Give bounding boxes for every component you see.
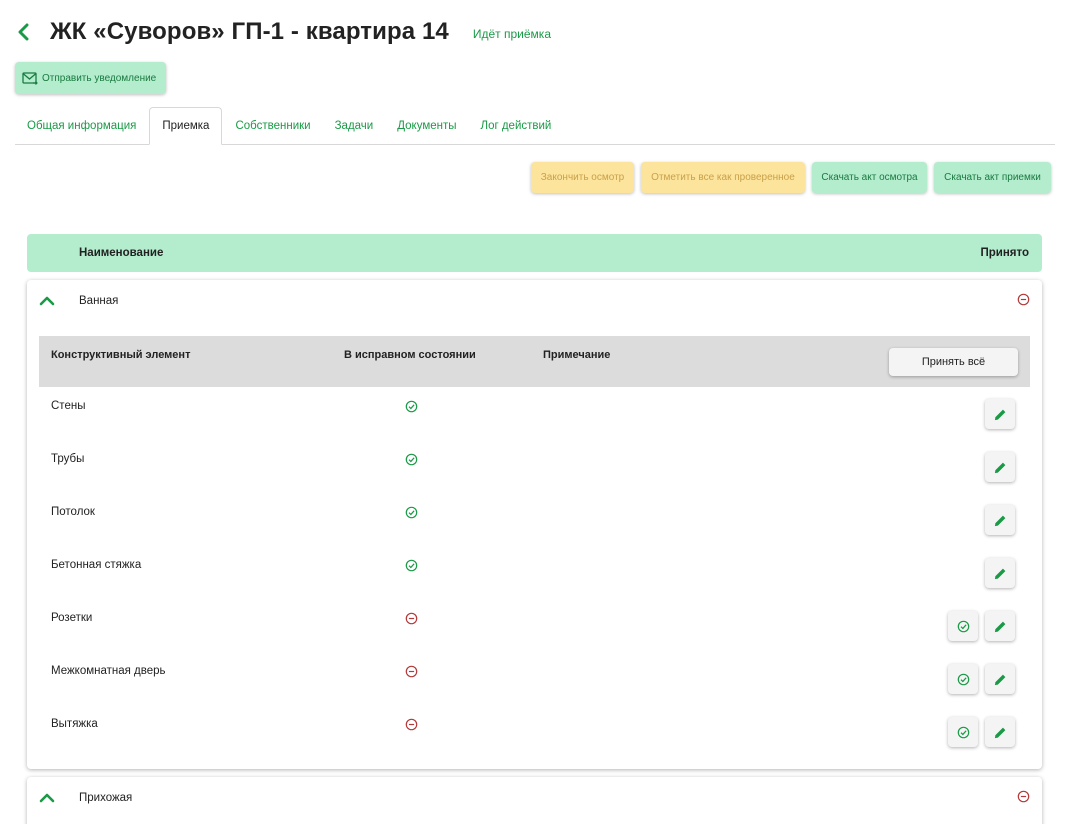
back-button[interactable]	[12, 17, 34, 47]
room-name: Прихожая	[79, 792, 133, 804]
room-name: Ванная	[79, 295, 119, 307]
accept-item-button[interactable]	[948, 611, 978, 641]
room-card-bathroom: Ванная Конструктивный элемент В исправно…	[27, 280, 1042, 769]
element-name: Потолок	[51, 506, 95, 518]
element-name: Бетонная стяжка	[51, 559, 142, 571]
tab-owners[interactable]: Собственники	[223, 107, 322, 144]
room-card-hallway: Прихожая	[27, 777, 1042, 824]
check-circle-icon	[957, 726, 969, 738]
elements-table-header: Конструктивный элемент В исправном состо…	[39, 336, 1030, 387]
list-header: Наименование Принято	[27, 234, 1042, 272]
edit-button[interactable]	[985, 717, 1015, 747]
accept-item-button[interactable]	[948, 664, 978, 694]
chevron-left-icon	[18, 23, 29, 41]
column-name-header: Наименование	[79, 247, 164, 259]
status-badge: Идёт приёмка	[472, 27, 551, 41]
table-row: Розетки	[39, 599, 1030, 652]
tab-tasks[interactable]: Задачи	[323, 107, 386, 144]
edit-button[interactable]	[985, 611, 1015, 641]
check-circle-icon	[957, 673, 969, 685]
minus-circle-icon	[405, 612, 418, 625]
minus-circle-icon	[1017, 293, 1030, 306]
minus-circle-icon	[405, 718, 418, 731]
finish-inspection-button[interactable]: Закончить осмотр	[531, 162, 634, 193]
pencil-icon	[994, 674, 1005, 685]
element-name: Межкомнатная дверь	[51, 665, 166, 677]
send-notification-button[interactable]: Отправить уведомление	[15, 62, 166, 94]
mark-all-checked-button[interactable]: Отметить все как проверенное	[641, 162, 805, 193]
minus-circle-icon	[1017, 790, 1030, 803]
check-circle-icon	[405, 453, 418, 466]
minus-circle-icon	[405, 665, 418, 678]
tab-general-info[interactable]: Общая информация	[15, 107, 148, 144]
table-row: Бетонная стяжка	[39, 546, 1030, 599]
edit-button[interactable]	[985, 505, 1015, 535]
pencil-icon	[994, 409, 1005, 420]
element-name: Вытяжка	[51, 718, 98, 730]
column-ok: В исправном состоянии	[344, 349, 476, 361]
accept-item-button[interactable]	[948, 717, 978, 747]
tab-action-log[interactable]: Лог действий	[469, 107, 564, 144]
check-circle-icon	[957, 620, 969, 632]
chevron-up-icon[interactable]	[39, 293, 55, 307]
accept-all-button[interactable]: Принять всё	[889, 348, 1018, 376]
edit-button[interactable]	[985, 664, 1015, 694]
tab-acceptance[interactable]: Приемка	[149, 107, 223, 145]
mail-icon	[22, 71, 38, 85]
column-accepted-header: Принято	[980, 247, 1029, 259]
chevron-up-icon[interactable]	[39, 790, 55, 804]
check-circle-icon	[405, 506, 418, 519]
table-row: Межкомнатная дверь	[39, 652, 1030, 705]
tab-bar: Общая информация Приемка Собственники За…	[15, 107, 1055, 145]
column-element: Конструктивный элемент	[51, 349, 191, 361]
pencil-icon	[994, 568, 1005, 579]
room-header[interactable]: Прихожая	[27, 777, 1042, 819]
send-notification-label: Отправить уведомление	[42, 72, 157, 84]
table-row: Трубы	[39, 440, 1030, 493]
page-header: ЖК «Суворов» ГП-1 - квартира 14 Идёт при…	[12, 14, 551, 50]
edit-button[interactable]	[985, 558, 1015, 588]
edit-button[interactable]	[985, 452, 1015, 482]
column-note: Примечание	[543, 349, 611, 361]
download-inspection-act-button[interactable]: Скачать акт осмотра	[812, 162, 927, 193]
edit-button[interactable]	[985, 399, 1015, 429]
table-row: Вытяжка	[39, 705, 1030, 758]
download-acceptance-act-button[interactable]: Скачать акт приемки	[934, 162, 1051, 193]
pencil-icon	[994, 621, 1005, 632]
table-row: Стены	[39, 387, 1030, 440]
check-circle-icon	[405, 400, 418, 413]
element-name: Стены	[51, 400, 86, 412]
table-row: Потолок	[39, 493, 1030, 546]
tab-documents[interactable]: Документы	[385, 107, 468, 144]
pencil-icon	[994, 515, 1005, 526]
element-name: Трубы	[51, 453, 85, 465]
pencil-icon	[994, 462, 1005, 473]
check-circle-icon	[405, 559, 418, 572]
element-name: Розетки	[51, 612, 93, 624]
room-header[interactable]: Ванная	[27, 280, 1042, 322]
page-title: ЖК «Суворов» ГП-1 - квартира 14	[50, 18, 449, 45]
pencil-icon	[994, 727, 1005, 738]
